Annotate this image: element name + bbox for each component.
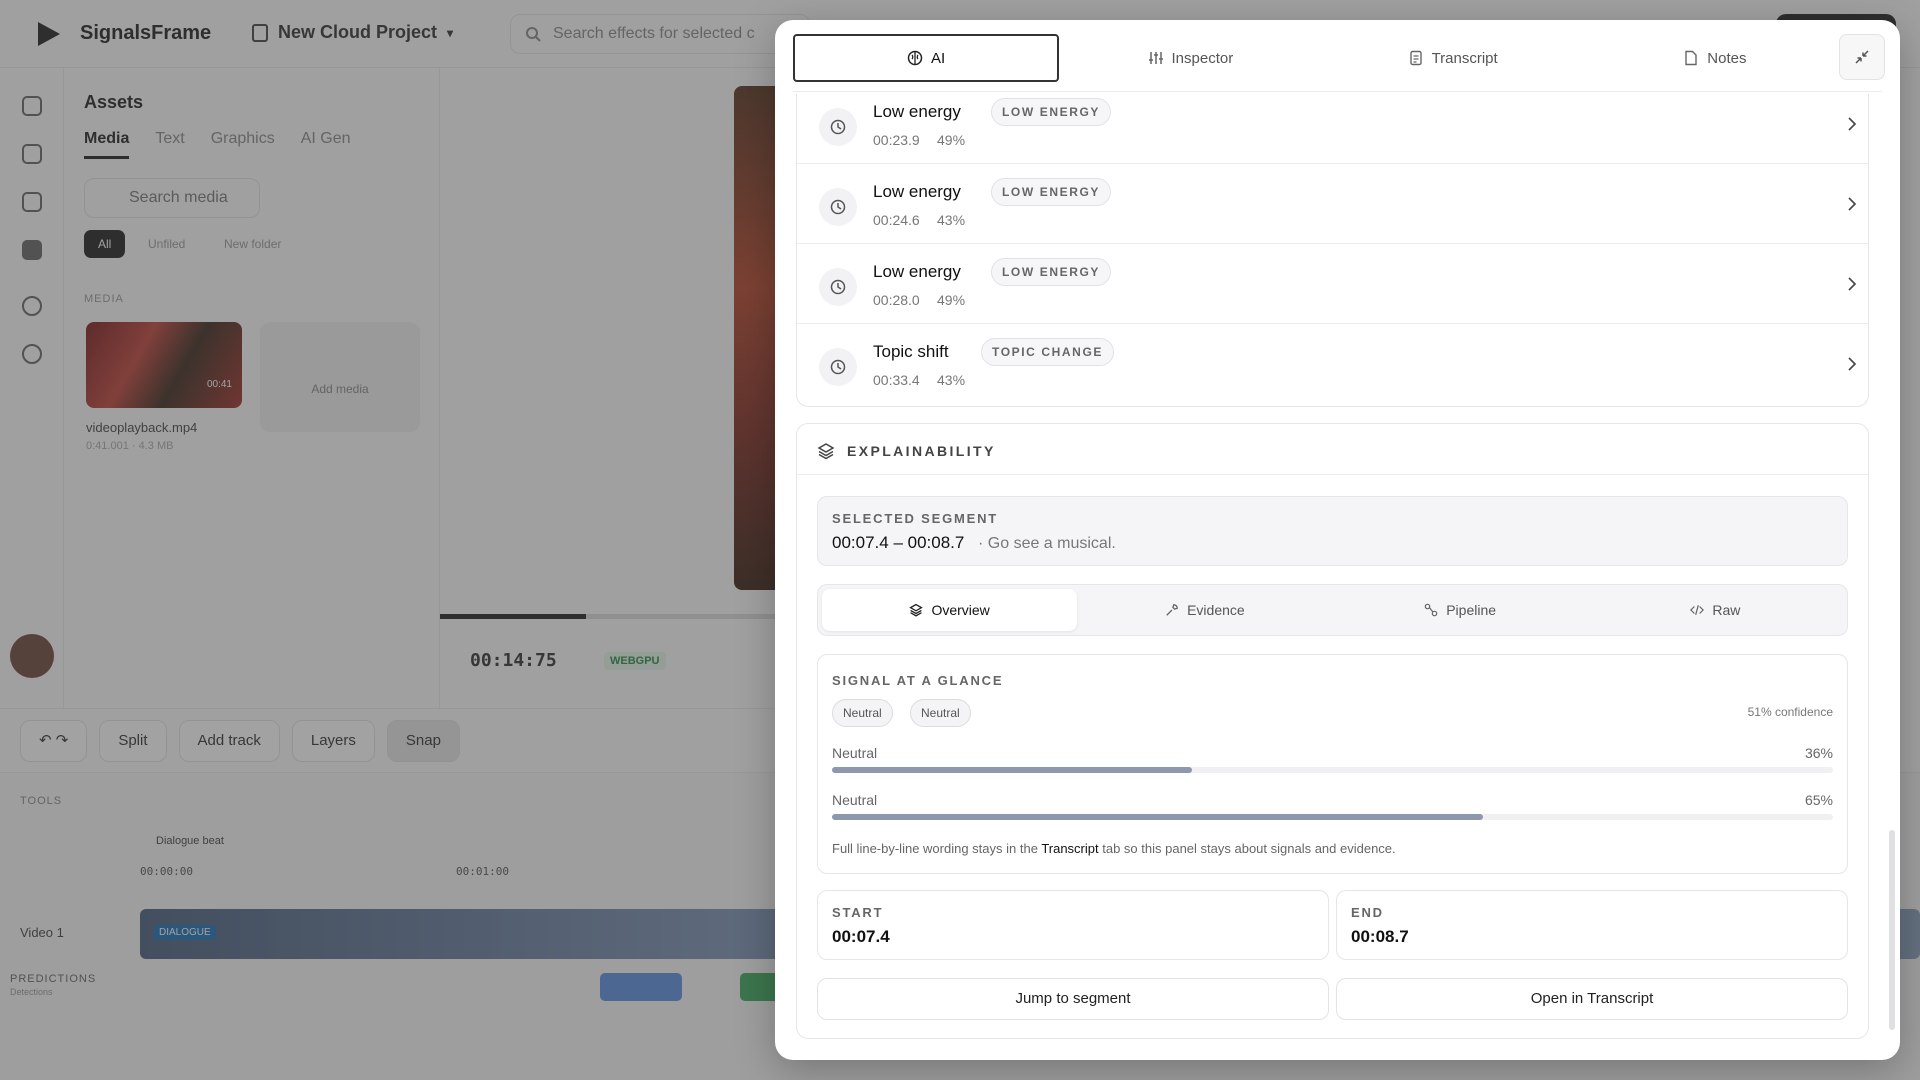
note-transcript-link[interactable]: Transcript [1041,841,1098,856]
chevron-right-icon [1848,277,1857,291]
subtab-overview[interactable]: Overview [822,589,1078,631]
subtab-overview-label: Overview [931,602,990,618]
pipeline-icon [1424,603,1438,617]
clock-icon [819,268,857,306]
tab-transcript[interactable]: Transcript [1322,34,1584,82]
section-divider [797,474,1868,475]
explainability-card: EXPLAINABILITY SELECTED SEGMENT 00:07.4 … [796,423,1869,1039]
explain-subtabs: Overview Evidence Pipeline Raw [817,584,1848,636]
ai-panel-modal: AI Inspector Transcript Notes Low energy… [775,20,1900,1060]
tab-notes-label: Notes [1707,49,1747,67]
signal-at-a-glance: SIGNAL AT A GLANCE Neutral Neutral 51% c… [817,654,1848,874]
glance-label: SIGNAL AT A GLANCE [832,673,1004,688]
layers-icon [909,603,924,617]
event-time: 00:33.4 [873,372,920,388]
signal-bar-fill [832,814,1483,820]
collapse-button[interactable] [1839,34,1885,80]
event-badge: LOW ENERGY [991,98,1112,126]
end-value: 00:08.7 [1351,927,1409,946]
wrench-icon [1166,604,1178,616]
layers-icon [817,443,835,460]
selected-segment-label: SELECTED SEGMENT [832,511,999,526]
event-title: Low energy [873,262,961,281]
signal-pill: Neutral [910,699,971,727]
end-label: END [1351,905,1384,920]
clock-icon [819,348,857,386]
note-pre: Full line-by-line wording stays in the [832,841,1042,856]
event-confidence: 49% [937,292,966,308]
bar-label: Neutral [832,792,878,808]
start-field: START 00:07.4 [817,890,1329,960]
signal-bar-fill [832,767,1193,773]
glance-note: Full line-by-line wording stays in the T… [832,841,1396,856]
chevron-right-icon [1848,197,1857,211]
event-row[interactable]: Topic shift TOPIC CHANGE 00:33.4 43% [797,324,1868,404]
open-in-transcript-button[interactable]: Open in Transcript [1336,978,1848,1020]
tab-inspector[interactable]: Inspector [1059,34,1321,82]
bar-label: Neutral [832,745,878,761]
event-title: Topic shift [873,342,949,361]
document-icon [1409,50,1422,66]
modal-tabs: AI Inspector Transcript Notes [793,34,1846,82]
bar-percent: 65% [1804,792,1833,808]
selected-segment-text: · Go see a musical. [978,535,1116,552]
chevron-right-icon [1848,117,1857,131]
event-title: Low energy [873,182,961,201]
tab-ai[interactable]: AI [793,34,1060,82]
start-value: 00:07.4 [832,927,890,946]
tab-ai-label: AI [931,49,946,67]
subtab-raw-label: Raw [1712,602,1741,618]
code-icon [1690,605,1705,615]
event-confidence: 43% [937,372,966,388]
signal-pill: Neutral [832,699,893,727]
jump-to-segment-button[interactable]: Jump to segment [817,978,1329,1020]
scrollbar-thumb[interactable] [1889,830,1895,1030]
event-title: Low energy [873,102,961,121]
end-field: END 00:08.7 [1336,890,1848,960]
tab-inspector-label: Inspector [1171,49,1234,67]
brain-icon [907,50,923,66]
subtab-evidence[interactable]: Evidence [1077,589,1332,631]
bar-percent: 36% [1804,745,1833,761]
event-badge: LOW ENERGY [991,178,1112,206]
confidence-text: 51% confidence [1747,705,1833,719]
subtab-pipeline-label: Pipeline [1446,602,1497,618]
signal-bar [832,767,1833,773]
note-post: tab so this panel stays about signals an… [1098,841,1396,856]
event-badge: LOW ENERGY [991,258,1112,286]
tab-notes[interactable]: Notes [1584,34,1846,82]
event-badge: TOPIC CHANGE [981,338,1114,366]
event-row[interactable]: Low energy LOW ENERGY 00:23.9 49% [797,84,1868,164]
explainability-header: EXPLAINABILITY [817,442,996,460]
clock-icon [819,108,857,146]
events-list: Low energy LOW ENERGY 00:23.9 49% Low en… [796,94,1869,407]
selected-segment: SELECTED SEGMENT 00:07.4 – 00:08.7 · Go … [817,496,1848,566]
minimize-icon [1855,50,1869,64]
event-confidence: 43% [937,212,966,228]
subtab-evidence-label: Evidence [1187,602,1245,618]
sliders-icon [1148,52,1163,64]
explainability-title: EXPLAINABILITY [847,443,996,459]
subtab-pipeline[interactable]: Pipeline [1333,589,1588,631]
clock-icon [819,188,857,226]
chevron-right-icon [1848,357,1857,371]
tab-transcript-label: Transcript [1431,49,1498,67]
file-icon [1685,50,1697,66]
event-time: 00:24.6 [873,212,920,228]
event-row[interactable]: Low energy LOW ENERGY 00:28.0 49% [797,244,1868,324]
event-time: 00:28.0 [873,292,920,308]
subtab-raw[interactable]: Raw [1588,589,1843,631]
event-confidence: 49% [937,132,966,148]
selected-segment-range: 00:07.4 – 00:08.7 [832,533,965,552]
event-row[interactable]: Low energy LOW ENERGY 00:24.6 43% [797,164,1868,244]
signal-bar [832,814,1833,820]
event-time: 00:23.9 [873,132,920,148]
start-label: START [832,905,884,920]
